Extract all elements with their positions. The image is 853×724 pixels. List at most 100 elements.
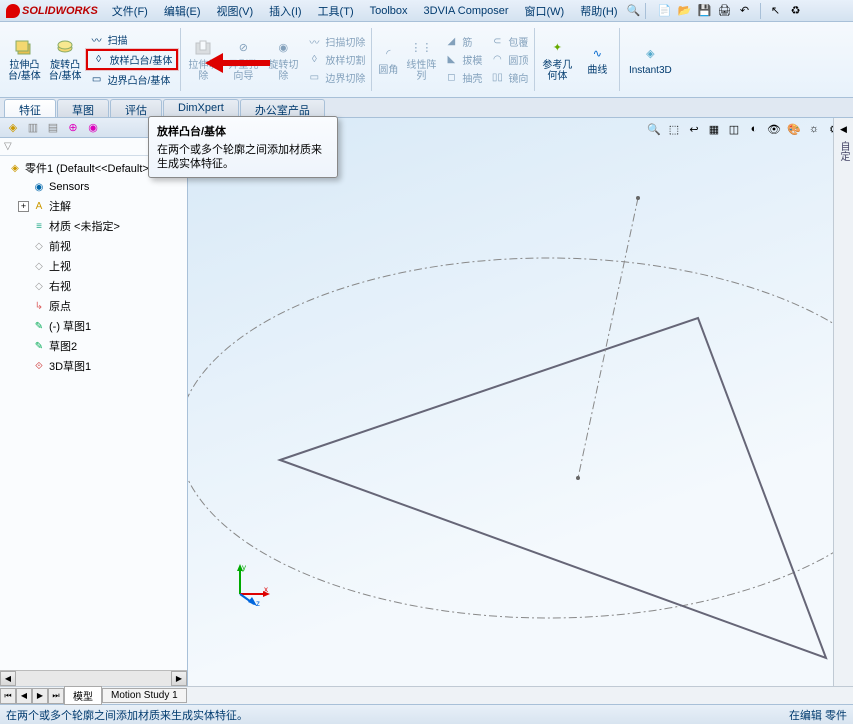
tree-node-0[interactable]: ◉Sensors xyxy=(2,178,185,196)
save-icon[interactable]: 💾 xyxy=(697,3,713,19)
app-name: SOLIDWORKS xyxy=(22,5,98,17)
tree-tab-prop-icon[interactable]: ▥ xyxy=(24,120,42,136)
command-tab-strip: 特征 草图 评估 DimXpert 办公室产品 xyxy=(0,98,853,118)
scroll-track[interactable] xyxy=(16,671,171,686)
tab-evaluate[interactable]: 评估 xyxy=(110,99,162,117)
loft-cut-button[interactable]: ◊放样切割 xyxy=(303,51,369,68)
node-icon: ⟐ xyxy=(32,359,46,373)
node-label: 原点 xyxy=(49,298,71,314)
draft-icon: ◣ xyxy=(444,53,458,67)
btab-prev-icon[interactable]: ◀ xyxy=(16,688,32,704)
tree-hscroll[interactable]: ◀ ▶ xyxy=(0,670,187,686)
curves-button[interactable]: ∿曲线 xyxy=(577,24,617,95)
tree-node-8[interactable]: ✎草图2 xyxy=(2,336,185,356)
select-icon[interactable]: ↖ xyxy=(768,3,784,19)
bottom-tab-motion[interactable]: Motion Study 1 xyxy=(102,688,187,703)
tree-node-2[interactable]: ≡材质 <未指定> xyxy=(2,216,185,236)
boundary-cut-button[interactable]: ▭边界切除 xyxy=(303,69,369,86)
sweep-cut-button[interactable]: 〰扫描切除 xyxy=(303,33,369,50)
instant3d-button[interactable]: ◈Instant3D xyxy=(622,24,678,95)
revolve-cut-button[interactable]: ◉ 旋转切除 xyxy=(263,24,303,95)
btab-next-icon[interactable]: ▶ xyxy=(32,688,48,704)
hole-wizard-button[interactable]: ⊘ 异型孔向导 xyxy=(223,24,263,95)
print-icon[interactable]: 🖨 xyxy=(717,3,733,19)
ref-geom-button[interactable]: ✦参考几何体 xyxy=(537,24,577,95)
menu-separator xyxy=(645,3,646,19)
tab-features[interactable]: 特征 xyxy=(4,99,56,117)
tree-tab-dim-icon[interactable]: ⊕ xyxy=(64,120,82,136)
fillet-button[interactable]: ◜圆角 xyxy=(374,24,402,95)
graphics-viewport[interactable]: 🔍 ⬚ ↩ ▦ ◫ ◐ 👁 🎨 ☼ ⚙ y x xyxy=(188,118,853,686)
qa-separator xyxy=(760,3,761,19)
loft-button[interactable]: ◊放样凸台/基体 xyxy=(86,49,179,70)
task-pane-toggle-icon[interactable]: ◀ xyxy=(840,124,847,135)
tree-node-1[interactable]: +A注解 xyxy=(2,196,185,216)
task-pane[interactable]: ◀ 自定 xyxy=(833,118,853,686)
menu-toolbox[interactable]: Toolbox xyxy=(362,3,416,19)
tree-node-4[interactable]: ◇上视 xyxy=(2,256,185,276)
expand-icon[interactable]: + xyxy=(18,201,29,212)
scroll-left-icon[interactable]: ◀ xyxy=(0,671,16,686)
linear-icon: ⋮⋮ xyxy=(411,38,431,58)
rib-icon: ◢ xyxy=(444,35,458,49)
curves-icon: ∿ xyxy=(587,43,607,63)
tree-node-6[interactable]: ↳原点 xyxy=(2,296,185,316)
menu-insert[interactable]: 插入(I) xyxy=(261,1,309,21)
rib-button[interactable]: ◢筋 xyxy=(440,33,486,50)
boundary-cut-icon: ▭ xyxy=(307,71,321,85)
menu-tools[interactable]: 工具(T) xyxy=(310,1,362,21)
node-label: 草图2 xyxy=(49,338,77,354)
menu-help[interactable]: 帮助(H) xyxy=(572,1,625,21)
menu-file[interactable]: 文件(F) xyxy=(104,1,156,21)
extrude-boss-button[interactable]: 拉伸凸台/基体 xyxy=(4,24,45,95)
node-label: 注解 xyxy=(49,198,71,214)
tree-tab-fm-icon[interactable]: ◈ xyxy=(4,120,22,136)
btab-last-icon[interactable]: ⏭ xyxy=(48,688,64,704)
menu-bar: SOLIDWORKS 文件(F) 编辑(E) 视图(V) 插入(I) 工具(T)… xyxy=(0,0,853,22)
dome-button[interactable]: ◠圆顶 xyxy=(486,51,532,68)
node-icon: ◉ xyxy=(32,180,46,194)
loft-cut-icon: ◊ xyxy=(307,53,321,67)
wrap-button[interactable]: ⊂包覆 xyxy=(486,33,532,50)
node-icon: A xyxy=(32,199,46,213)
tree-node-7[interactable]: ✎(-) 草图1 xyxy=(2,316,185,336)
bottom-tab-strip: ⏮ ◀ ▶ ⏭ 模型 Motion Study 1 xyxy=(0,686,853,704)
instant3d-icon: ◈ xyxy=(640,43,660,63)
tooltip-title: 放样凸台/基体 xyxy=(157,123,329,139)
dome-icon: ◠ xyxy=(490,53,504,67)
menu-view[interactable]: 视图(V) xyxy=(209,1,262,21)
tree-node-5[interactable]: ◇右视 xyxy=(2,276,185,296)
tree-node-9[interactable]: ⟐3D草图1 xyxy=(2,356,185,376)
menu-3dvia[interactable]: 3DVIA Composer xyxy=(416,3,517,19)
rebuild-icon[interactable]: ♻ xyxy=(788,3,804,19)
extrude-cut-button[interactable]: 拉伸切除 xyxy=(183,24,223,95)
bottom-tab-model[interactable]: 模型 xyxy=(64,686,102,705)
tree-tab-disp-icon[interactable]: ◉ xyxy=(84,120,102,136)
ribbon-sep-2 xyxy=(371,28,372,91)
node-icon: ◇ xyxy=(32,259,46,273)
sweep-button[interactable]: 〰扫描 xyxy=(86,31,179,48)
feature-tree[interactable]: ◈ 零件1 (Default<<Default>_Ph ◉Sensors+A注解… xyxy=(0,156,187,670)
undo-icon[interactable]: ↶ xyxy=(737,3,753,19)
tab-sketch[interactable]: 草图 xyxy=(57,99,109,117)
tab-office[interactable]: 办公室产品 xyxy=(240,99,325,117)
menu-edit[interactable]: 编辑(E) xyxy=(156,1,209,21)
draft-button[interactable]: ◣拔模 xyxy=(440,51,486,68)
node-icon: ◇ xyxy=(32,239,46,253)
tree-tab-config-icon[interactable]: ▤ xyxy=(44,120,62,136)
linear-pattern-button[interactable]: ⋮⋮线性阵列 xyxy=(402,24,440,95)
tree-node-3[interactable]: ◇前视 xyxy=(2,236,185,256)
search-icon[interactable]: 🔍 xyxy=(626,3,642,19)
shell-button[interactable]: ◻抽壳 xyxy=(440,69,486,86)
btab-first-icon[interactable]: ⏮ xyxy=(0,688,16,704)
extrude-cut-icon xyxy=(193,38,213,58)
boundary-button[interactable]: ▭边界凸台/基体 xyxy=(86,71,179,88)
menu-window[interactable]: 窗口(W) xyxy=(517,1,573,21)
logo-swirl-icon xyxy=(6,4,20,18)
open-icon[interactable]: 📂 xyxy=(677,3,693,19)
scroll-right-icon[interactable]: ▶ xyxy=(171,671,187,686)
mirror-button[interactable]: ▯▯镜向 xyxy=(486,69,532,86)
tab-dimxpert[interactable]: DimXpert xyxy=(163,99,239,117)
revolve-boss-button[interactable]: 旋转凸台/基体 xyxy=(45,24,86,95)
new-icon[interactable]: 📄 xyxy=(657,3,673,19)
